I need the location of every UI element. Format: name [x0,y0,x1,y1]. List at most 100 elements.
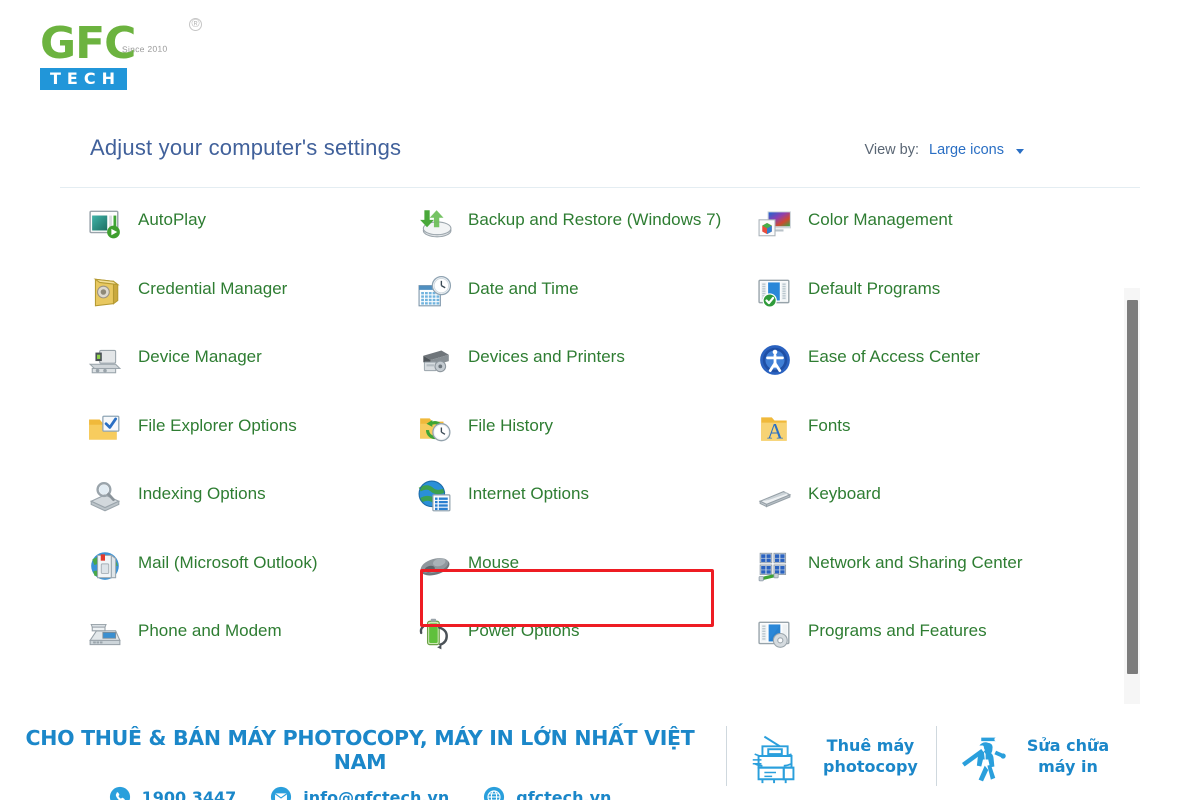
control-panel-item-device-manager[interactable]: Device Manager [88,337,418,406]
control-panel-item-label: Backup and Restore (Windows 7) [468,210,722,229]
device-manager-icon [88,343,122,377]
control-panel-item-internet-options[interactable]: Internet Options [418,474,758,543]
footer-service-text: Thuê máy photocopy [823,735,918,777]
brand-logo: GFC ® Since 2010 TECH [36,18,202,96]
control-panel-item-label: Credential Manager [138,278,288,298]
footer-contact-list: 1900 3447 info@gfctech.vn gfctech.vn [0,786,720,800]
footer-headline: CHO THUÊ & BÁN MÁY PHOTOCOPY, MÁY IN LỚN… [25,726,695,774]
control-panel-item-network-and-sharing-center[interactable]: Network and Sharing Center [758,543,1098,612]
control-panel-item-mail-microsoft-outlook[interactable]: Mail (Microsoft Outlook) [88,543,418,612]
footer-banner: CHO THUÊ & BÁN MÁY PHOTOCOPY, MÁY IN LỚN… [0,704,1200,800]
control-panel-item-label: Programs and Features [808,621,987,640]
control-panel-item-fonts[interactable]: A Fonts [758,406,1098,475]
svg-text:A: A [767,418,783,443]
mail-icon [88,549,122,583]
footer-service-1[interactable]: Thuê máy photocopy [727,725,936,787]
chevron-down-icon[interactable] [1016,149,1024,154]
control-panel-item-label: Date and Time [468,278,579,298]
power-options-icon [418,617,452,651]
control-panel-item-label: Default Programs [808,278,941,298]
control-panel-item-label: Ease of Access Center [808,347,980,366]
footer-contact-text: gfctech.vn [516,787,612,800]
header-divider [60,187,1140,188]
page-root: GFC ® Since 2010 TECH Adjust your comput… [0,0,1200,800]
ease-of-access-icon [758,343,792,377]
autoplay-icon [88,206,122,240]
control-panel-header: Adjust your computer's settings View by:… [0,112,1200,188]
programs-features-icon [758,617,792,651]
control-panel-item-ease-of-access-center[interactable]: Ease of Access Center [758,337,1098,406]
keyboard-icon [758,480,792,514]
control-panel-item-label: Network and Sharing Center [808,552,1023,572]
control-panel-item-color-management[interactable]: Color Management [758,200,1098,269]
footer-contact-text: 1900 3447 [141,787,237,800]
footer-service-line2: photocopy [823,757,918,776]
registered-trademark-icon: ® [189,18,202,31]
view-by-control[interactable]: View by: Large icons [864,142,1024,158]
default-programs-icon [758,275,792,309]
footer-service-list: Thuê máy photocopy Sửa chữa máy in [726,712,1200,800]
network-sharing-icon [758,549,792,583]
footer-service-text: Sửa chữa máy in [1027,735,1109,777]
control-panel-item-keyboard[interactable]: Keyboard [758,474,1098,543]
brand-logo-tech: TECH [40,68,127,90]
footer-contact-mail[interactable]: info@gfctech.vn [270,786,449,800]
footer-contact-text: info@gfctech.vn [303,787,450,800]
control-panel-item-label: File Explorer Options [138,415,297,435]
control-panel-item-credential-manager[interactable]: Credential Manager [88,269,418,338]
control-panel-item-file-explorer-options[interactable]: File Explorer Options [88,406,418,475]
footer-service-2[interactable]: Sửa chữa máy in [937,725,1127,787]
control-panel-item-indexing-options[interactable]: Indexing Options [88,474,418,543]
control-panel-item-label: Fonts [808,415,851,435]
control-panel-item-label: Keyboard [808,484,881,503]
footer-contact-globe[interactable]: gfctech.vn [483,786,611,800]
control-panel-body: AutoPlay Backup and Restore (Windows 7) Co… [0,200,1200,792]
file-history-icon [418,412,452,446]
footer-service-line1: Sửa chữa [1026,736,1110,755]
control-panel-item-label: Mouse [468,552,520,572]
control-panel-item-file-history[interactable]: File History [418,406,758,475]
color-management-icon [758,206,792,240]
control-panel-item-label: Phone and Modem [138,621,282,640]
scrollbar-thumb[interactable] [1127,300,1138,674]
globe-icon [483,786,505,800]
copier-icon [745,725,807,787]
credential-manager-icon [88,275,122,309]
control-panel-item-label: Internet Options [468,484,589,503]
control-panel-item-label: Device Manager [138,347,262,366]
mouse-icon [418,549,452,583]
control-panel-item-default-programs[interactable]: Default Programs [758,269,1098,338]
phone-modem-icon [88,617,122,651]
page-title: Adjust your computer's settings [90,135,402,160]
view-by-label: View by: [864,142,920,158]
control-panel-item-date-and-time[interactable]: Date and Time [418,269,758,338]
repairman-icon [955,725,1011,787]
control-panel-item-mouse[interactable]: Mouse [418,543,758,612]
control-panel-item-label: Devices and Printers [468,347,625,366]
control-panel-item-label: Indexing Options [138,484,266,503]
control-panel-item-programs-and-features[interactable]: Programs and Features [758,611,1098,680]
mail-icon [270,786,292,800]
control-panel-window: Adjust your computer's settings View by:… [0,112,1200,792]
control-panel-items-grid: AutoPlay Backup and Restore (Windows 7) Co… [88,200,1098,680]
control-panel-item-backup-and-restore-windows-7[interactable]: Backup and Restore (Windows 7) [418,200,758,269]
control-panel-item-label: AutoPlay [138,210,207,229]
control-panel-item-autoplay[interactable]: AutoPlay [88,200,418,269]
control-panel-item-label: Color Management [808,210,953,229]
control-panel-item-label: File History [468,415,554,435]
view-by-value[interactable]: Large icons [929,142,1004,158]
control-panel-item-phone-and-modem[interactable]: Phone and Modem [88,611,418,680]
date-time-icon [418,275,452,309]
brand-since-text: Since 2010 [121,43,168,55]
brand-logo-gfc: GFC [40,18,136,69]
footer-service-line2: máy in [1038,757,1098,776]
footer-contact-phone[interactable]: 1900 3447 [109,786,237,800]
backup-restore-icon [418,206,452,240]
devices-printers-icon [418,343,452,377]
control-panel-item-label: Mail (Microsoft Outlook) [138,552,318,572]
control-panel-item-devices-and-printers[interactable]: Devices and Printers [418,337,758,406]
internet-options-icon [418,480,452,514]
indexing-options-icon [88,480,122,514]
file-explorer-options-icon [88,412,122,446]
control-panel-item-power-options[interactable]: Power Options [418,611,758,680]
